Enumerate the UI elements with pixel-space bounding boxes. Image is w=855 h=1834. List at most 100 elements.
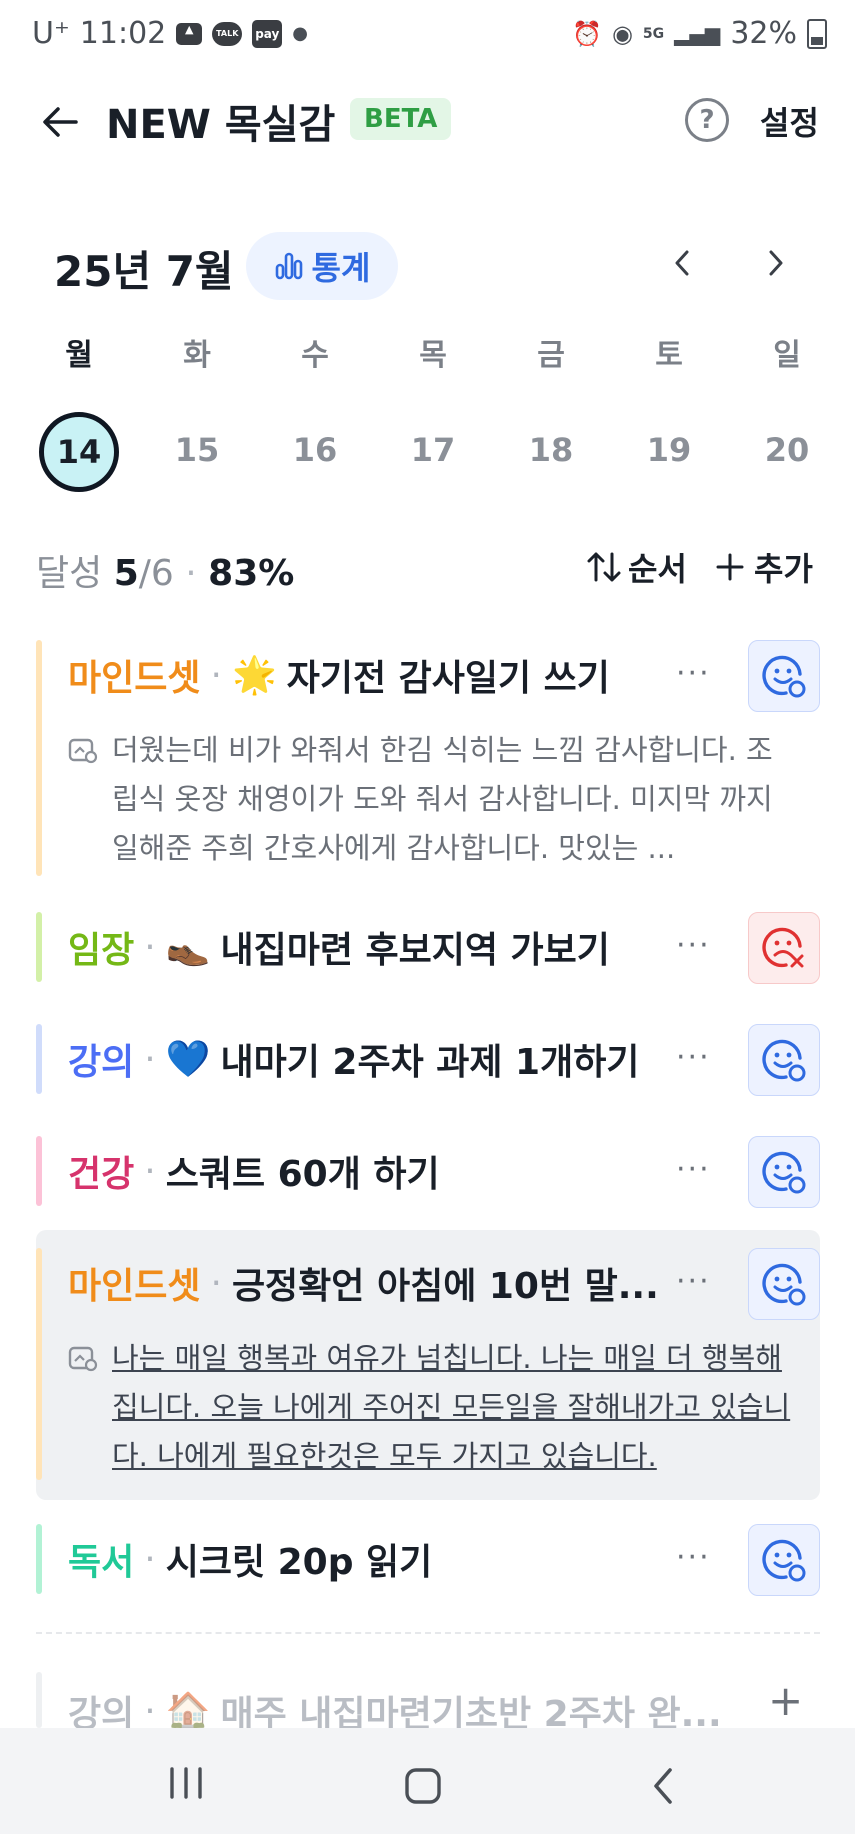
habit-note[interactable]: 나는 매일 행복과 여유가 넘칩니다. 나는 매일 더 행복해집니다. 오늘 나… [68, 1334, 792, 1481]
add-habit-plus-icon[interactable]: + [768, 1676, 803, 1725]
weekday-label: 토 [655, 338, 683, 373]
habit-item[interactable]: 마인드셋 · 🌟 자기전 감사일기 쓰기 ··· 더웠는데 비가 와줘서 한김 … [36, 640, 820, 876]
weekday-label: 목 [419, 338, 447, 373]
kakaotalk-icon: TALK [212, 21, 243, 46]
achievement-total: /6 [138, 553, 174, 594]
day-tuesday[interactable]: 화 15 [138, 330, 256, 488]
date-selected: 14 [39, 412, 119, 492]
more-dots-icon[interactable]: ··· [676, 1540, 711, 1575]
habit-name: 스쿼트 60개 하기 [165, 1154, 440, 1195]
back-nav-icon[interactable] [648, 1766, 678, 1806]
weekday-label: 일 [773, 338, 801, 373]
more-dots-icon[interactable]: ··· [676, 1264, 711, 1299]
more-dots-icon[interactable]: ··· [676, 928, 711, 963]
weekday-label: 화 [183, 338, 211, 373]
smile-check-icon [762, 655, 806, 698]
habit-name: 자기전 감사일기 쓰기 [286, 658, 610, 699]
page-title: NEW 목실감 [106, 102, 336, 148]
habit-category: 강의 [68, 1042, 135, 1083]
add-label: 추가 [754, 550, 813, 588]
category-color-bar [36, 1248, 42, 1480]
status-done-button[interactable] [748, 1248, 820, 1320]
habit-category: 독서 [68, 1542, 135, 1583]
sort-label: 순서 [628, 550, 687, 588]
note-icon [68, 738, 98, 764]
day-friday[interactable]: 금 18 [492, 330, 610, 488]
status-bar: U⁺ 11:02 ▲ TALK pay ● ⏰ ◉ 5G ▂▄▆ 32% [0, 0, 855, 74]
recent-apps-icon[interactable] [166, 1766, 206, 1800]
smile-check-icon [762, 1151, 806, 1194]
more-dots-icon[interactable]: ··· [676, 1152, 711, 1187]
habit-category: 강의 [68, 1694, 135, 1728]
add-habit-button[interactable]: 추가 [716, 544, 813, 590]
date-label: 17 [410, 431, 456, 469]
status-failed-button[interactable] [748, 912, 820, 984]
habit-item[interactable]: 임장 · 👞 내집마련 후보지역 가보기 ··· [36, 912, 820, 984]
habit-item-inactive[interactable]: 강의 · 🏠 매주 내집마련기초반 2주차 완... [36, 1672, 820, 1728]
pay-icon: pay [252, 19, 283, 48]
habit-name: 내집마련 후보지역 가보기 [220, 930, 610, 971]
status-done-button[interactable] [748, 1136, 820, 1208]
home-icon[interactable] [403, 1766, 443, 1806]
system-navigation-bar [0, 1728, 855, 1834]
beta-badge: BETA [350, 98, 452, 140]
app-header: NEW 목실감 BETA ? 설정 [0, 90, 855, 150]
day-wednesday[interactable]: 수 16 [256, 330, 374, 488]
achievement-percent: 83% [208, 553, 295, 594]
category-color-bar [36, 912, 42, 982]
habit-item[interactable]: 마인드셋 · 긍정확언 아침에 10번 말... ··· 나는 매일 행복과 여… [36, 1248, 820, 1480]
date-label: 18 [528, 431, 574, 469]
date-label: 16 [292, 431, 338, 469]
habit-name: 시크릿 20p 읽기 [165, 1542, 433, 1583]
date-label: 19 [646, 431, 692, 469]
chevron-right-icon[interactable] [760, 248, 790, 278]
settings-button[interactable]: 설정 [760, 98, 819, 144]
status-done-button[interactable] [748, 1024, 820, 1096]
habit-category: 마인드셋 [68, 1266, 201, 1307]
habit-category: 마인드셋 [68, 658, 201, 699]
achievement-done: 5 [113, 553, 139, 594]
section-divider [36, 1632, 820, 1634]
weekday-label: 월 [65, 338, 93, 373]
signal-icon: ▂▄▆ [674, 21, 721, 46]
more-dots-icon[interactable]: ··· [676, 656, 711, 691]
chevron-left-icon[interactable] [668, 248, 698, 278]
habit-note-text: 나는 매일 행복과 여유가 넘칩니다. 나는 매일 더 행복해집니다. 오늘 나… [112, 1341, 791, 1473]
arrow-left-icon[interactable] [40, 102, 80, 142]
habit-category: 건강 [68, 1154, 135, 1195]
sort-button[interactable]: 순서 [586, 544, 687, 590]
habit-emoji: 👞 [165, 927, 211, 968]
stats-button[interactable]: 통계 [246, 232, 398, 300]
stats-label: 통계 [311, 249, 371, 287]
bar-chart-icon [275, 252, 302, 280]
habit-note[interactable]: 더웠는데 비가 와줘서 한김 식히는 느낌 감사합니다. 조립식 옷장 채영이가… [68, 726, 792, 873]
day-thursday[interactable]: 목 17 [374, 330, 492, 488]
habit-name: 매주 내집마련기초반 2주차 완... [220, 1694, 722, 1728]
habit-item[interactable]: 강의 · 💙 내마기 2주차 과제 1개하기 ··· [36, 1024, 820, 1096]
habit-name: 긍정확언 아침에 10번 말... [231, 1266, 659, 1307]
smile-check-icon [762, 1263, 806, 1306]
achievement-summary: 달성 5/6 · 83% [36, 553, 295, 594]
habit-item[interactable]: 독서 · 시크릿 20p 읽기 ··· [36, 1524, 820, 1596]
sad-x-icon [762, 927, 804, 968]
day-monday[interactable]: 월 14 [20, 330, 138, 492]
day-saturday[interactable]: 토 19 [610, 330, 728, 488]
habit-emoji: 🌟 [231, 655, 277, 696]
day-sunday[interactable]: 일 20 [728, 330, 846, 488]
question-icon[interactable]: ? [685, 98, 729, 142]
status-done-button[interactable] [748, 1524, 820, 1596]
habit-name: 내마기 2주차 과제 1개하기 [220, 1042, 640, 1083]
battery-label: 32% [730, 16, 797, 51]
gallery-icon: ▲ [176, 22, 203, 45]
habit-item[interactable]: 건강 · 스쿼트 60개 하기 ··· [36, 1136, 820, 1208]
more-dots-icon[interactable]: ··· [676, 1040, 711, 1075]
weekday-label: 수 [301, 338, 329, 373]
habit-category: 임장 [68, 930, 135, 971]
habit-emoji: 🏠 [165, 1691, 211, 1728]
category-color-bar [36, 640, 42, 876]
date-label: 20 [764, 431, 810, 469]
5g-icon: 5G [642, 25, 665, 42]
date-label: 15 [174, 431, 220, 469]
smile-check-icon [762, 1539, 806, 1582]
status-done-button[interactable] [748, 640, 820, 712]
